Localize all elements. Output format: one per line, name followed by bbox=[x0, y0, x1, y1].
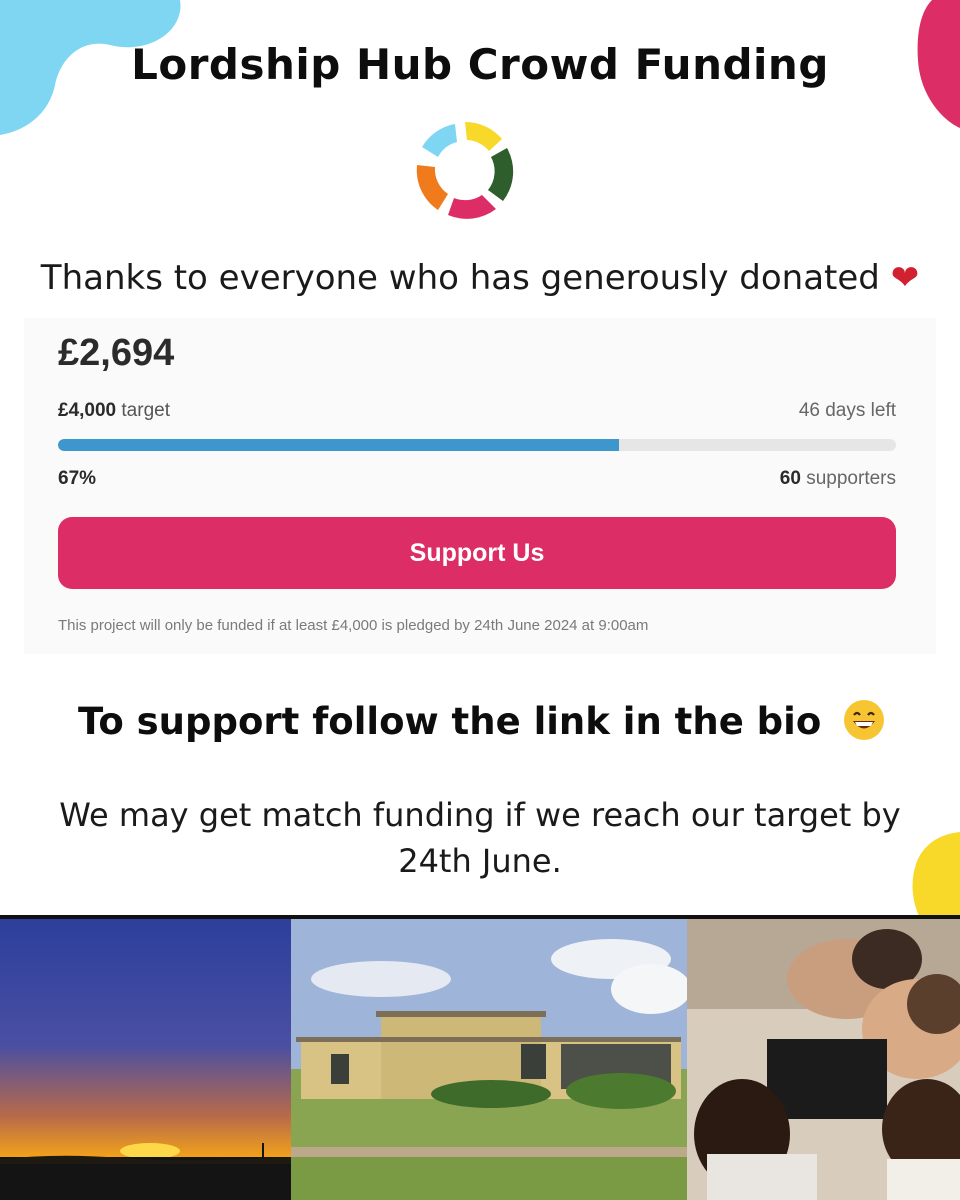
follow-text: To support follow the link in the bio bbox=[78, 700, 822, 743]
target-label: target bbox=[121, 400, 170, 421]
match-funding-message: We may get match funding if we reach our… bbox=[59, 796, 901, 880]
target-info: £4,000 target bbox=[58, 400, 170, 422]
heart-icon: ❤ bbox=[890, 258, 920, 298]
community-hub-building-photo bbox=[291, 919, 687, 1200]
laughing-group-photo bbox=[687, 919, 960, 1200]
progress-bar-fill bbox=[58, 439, 620, 451]
target-amount: £4,000 bbox=[58, 400, 117, 421]
days-left: 46 days left bbox=[798, 400, 896, 421]
support-us-button[interactable]: Support Us bbox=[58, 517, 896, 589]
follow-link-message: To support follow the link in the bio bbox=[78, 700, 885, 743]
sunset-photo bbox=[0, 919, 291, 1200]
progress-percent: 67% bbox=[58, 468, 97, 489]
amount-raised: £2,694 bbox=[58, 332, 175, 374]
funding-note: This project will only be funded if at l… bbox=[58, 617, 649, 634]
supporters-label: supporters bbox=[806, 468, 896, 489]
supporters-count: 60 bbox=[779, 468, 801, 489]
supporters-info: 60 supporters bbox=[780, 468, 896, 490]
grinning-face-icon bbox=[844, 700, 885, 740]
progress-bar bbox=[58, 439, 896, 451]
lordship-hub-logo bbox=[416, 121, 514, 219]
page-title: Lordship Hub Crowd Funding bbox=[131, 40, 829, 89]
crowdfunding-widget: £2,694 £4,000 target 46 days left 67% 60… bbox=[24, 318, 936, 654]
thanks-text: Thanks to everyone who has generously do… bbox=[40, 258, 880, 298]
thanks-message: Thanks to everyone who has generously do… bbox=[0, 258, 960, 298]
